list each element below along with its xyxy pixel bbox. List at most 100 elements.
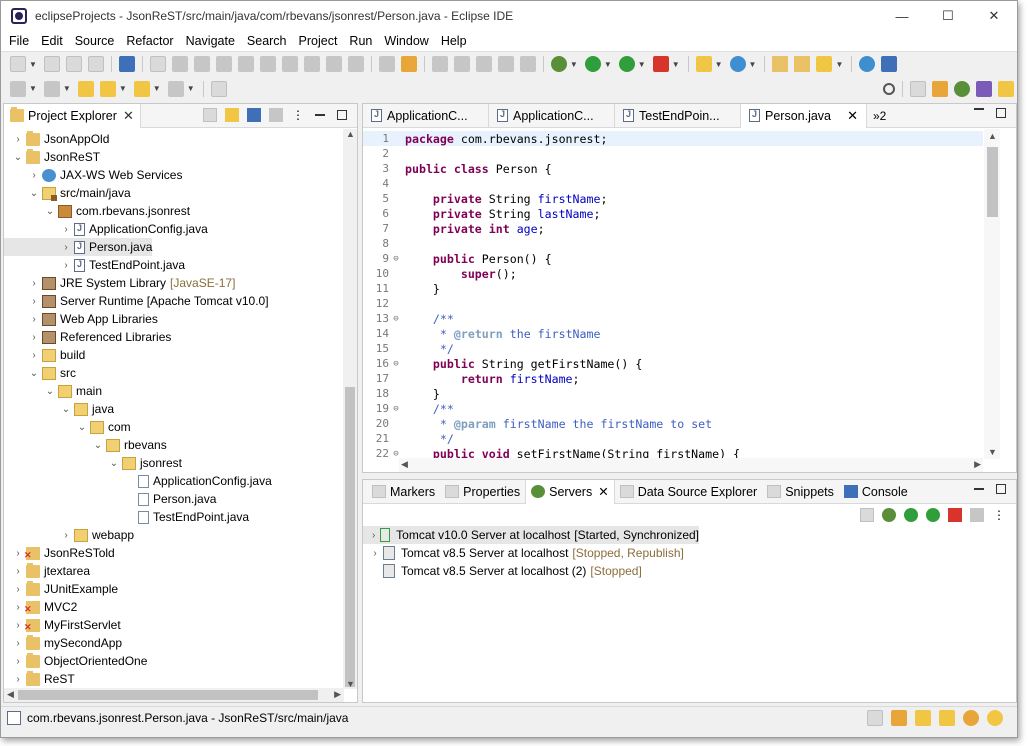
fold-toggle-icon[interactable]: ⊖ bbox=[391, 314, 401, 324]
publish-server-icon[interactable] bbox=[970, 508, 984, 522]
previous-annotation-dropdown-icon[interactable]: ▼ bbox=[63, 84, 71, 93]
use-step-filters-icon[interactable] bbox=[347, 56, 364, 72]
tree-item[interactable]: ⌄ com.rbevans.jsonrest bbox=[4, 202, 190, 220]
tree-item[interactable]: › TestEndPoint.java bbox=[4, 256, 185, 274]
code-line[interactable]: 8 bbox=[363, 236, 983, 251]
tree-item[interactable]: › mySecondApp bbox=[4, 634, 122, 652]
collapsed-twisty-icon[interactable]: › bbox=[12, 602, 24, 613]
server-row[interactable]: Tomcat v8.5 Server at localhost (2) [Stop… bbox=[363, 562, 1003, 580]
tree-item[interactable]: › Referenced Libraries bbox=[4, 328, 171, 346]
collapsed-twisty-icon[interactable]: › bbox=[12, 134, 24, 145]
code-line[interactable]: 12 bbox=[363, 296, 983, 311]
new-icon[interactable] bbox=[10, 56, 26, 72]
collapsed-twisty-icon[interactable]: › bbox=[28, 296, 40, 307]
paragraph-icon[interactable] bbox=[519, 56, 536, 72]
minimize-view-icon[interactable] bbox=[974, 108, 984, 110]
next-annotation-dropdown-icon[interactable]: ▼ bbox=[29, 84, 37, 93]
tree-item[interactable]: › JUnitExample bbox=[4, 580, 118, 598]
resource-perspective-icon[interactable] bbox=[998, 80, 1014, 97]
open-perspective-icon[interactable] bbox=[910, 80, 926, 97]
toggle-block-selection-icon[interactable] bbox=[453, 56, 470, 72]
tree-item[interactable]: › webapp bbox=[4, 526, 134, 544]
minimize-button[interactable]: — bbox=[879, 1, 925, 31]
open-type-icon[interactable] bbox=[772, 56, 789, 72]
tree-item[interactable]: › Server Runtime [Apache Tomcat v10.0] bbox=[4, 292, 268, 310]
terminal-icon[interactable] bbox=[118, 56, 135, 72]
code-line[interactable]: 2 bbox=[363, 146, 983, 161]
code-editor[interactable]: 1 package com.rbevans.jsonrest; 2 3 public c… bbox=[363, 129, 983, 459]
tree-item[interactable]: ⌄ jsonrest bbox=[4, 454, 182, 472]
external-tools-dropdown-icon[interactable]: ▼ bbox=[672, 60, 680, 69]
tab-data-source-explorer[interactable]: Data Source Explorer bbox=[615, 480, 763, 504]
terminate-icon[interactable] bbox=[215, 56, 232, 72]
code-line[interactable]: 19 ⊖ /** bbox=[363, 401, 983, 416]
focus-on-active-task-icon[interactable] bbox=[269, 108, 283, 122]
save-icon[interactable] bbox=[43, 56, 60, 72]
external-tools-icon[interactable] bbox=[652, 56, 669, 72]
scroll-down-icon[interactable]: ▼ bbox=[988, 447, 997, 457]
tree-item[interactable]: ⌄ JsonReST bbox=[4, 148, 100, 166]
tree-item[interactable]: ⌄ main bbox=[4, 382, 102, 400]
collapsed-twisty-icon[interactable]: › bbox=[28, 332, 40, 343]
menu-window[interactable]: Window bbox=[378, 34, 434, 48]
tree-item[interactable]: ⌄ com bbox=[4, 418, 131, 436]
tab-application-config-1[interactable]: ApplicationC... bbox=[363, 103, 489, 128]
scrollbar-thumb[interactable] bbox=[987, 147, 998, 217]
link-with-editor-icon[interactable] bbox=[225, 108, 239, 122]
tab-test-endpoint[interactable]: TestEndPoin... bbox=[615, 103, 741, 128]
menu-source[interactable]: Source bbox=[69, 34, 121, 48]
expanded-twisty-icon[interactable]: ⌄ bbox=[76, 422, 88, 433]
scroll-left-icon[interactable]: ◀ bbox=[7, 689, 14, 700]
book-icon[interactable] bbox=[891, 710, 907, 726]
back-history-dropdown-icon[interactable]: ▼ bbox=[119, 84, 127, 93]
scroll-up-icon[interactable]: ▲ bbox=[346, 129, 355, 139]
start-server-profile-icon[interactable] bbox=[926, 508, 940, 522]
code-line[interactable]: 11 } bbox=[363, 281, 983, 296]
menu-navigate[interactable]: Navigate bbox=[180, 34, 241, 48]
maximize-view-icon[interactable] bbox=[337, 110, 347, 120]
last-edit-location-icon[interactable] bbox=[77, 80, 94, 97]
code-line[interactable]: 14 * @return the firstName bbox=[363, 326, 983, 341]
code-line[interactable]: 13 ⊖ /** bbox=[363, 311, 983, 326]
tree-item[interactable]: › JRE System Library [JavaSE-17] bbox=[4, 274, 235, 292]
menu-edit[interactable]: Edit bbox=[35, 34, 69, 48]
tree-item[interactable]: ⌄ rbevans bbox=[4, 436, 167, 454]
suspend-icon[interactable] bbox=[193, 56, 210, 72]
coverage-dropdown-icon[interactable]: ▼ bbox=[638, 60, 646, 69]
expanded-twisty-icon[interactable]: ⌄ bbox=[28, 188, 40, 199]
forward-dropdown-icon[interactable]: ▼ bbox=[187, 84, 195, 93]
debug-dropdown-icon[interactable]: ▼ bbox=[570, 60, 578, 69]
fold-toggle-icon[interactable]: ⊖ bbox=[391, 404, 401, 414]
next-annotation-icon[interactable] bbox=[10, 80, 26, 97]
tab-application-config-2[interactable]: ApplicationC... bbox=[489, 103, 615, 128]
scroll-right-icon[interactable]: ▶ bbox=[334, 689, 341, 700]
new-java-class-icon[interactable] bbox=[729, 56, 746, 72]
tab-console[interactable]: Console bbox=[839, 480, 913, 504]
code-line[interactable]: 16 ⊖ public String getFirstName() { bbox=[363, 356, 983, 371]
expanded-twisty-icon[interactable]: ⌄ bbox=[108, 458, 120, 469]
tree-item[interactable]: TestEndPoint.java bbox=[4, 508, 249, 526]
web-browser-icon[interactable] bbox=[859, 56, 876, 72]
save-all-icon[interactable] bbox=[65, 56, 82, 72]
maximize-view-icon[interactable] bbox=[996, 108, 1006, 118]
collapsed-twisty-icon[interactable]: › bbox=[12, 584, 24, 595]
tree-item[interactable]: › Person.java bbox=[4, 238, 153, 256]
tree-item[interactable]: ApplicationConfig.java bbox=[4, 472, 272, 490]
menu-file[interactable]: File bbox=[3, 34, 35, 48]
tree-item[interactable]: › JsonReSTold bbox=[4, 544, 114, 562]
fold-toggle-icon[interactable]: ⊖ bbox=[391, 254, 401, 264]
minimize-view-icon[interactable] bbox=[974, 488, 984, 490]
server-row[interactable]: › Tomcat v10.0 Server at localhost [Starte… bbox=[363, 526, 699, 544]
resume-icon[interactable] bbox=[171, 56, 188, 72]
tree-item[interactable]: › JsonAppOld bbox=[4, 130, 109, 148]
collapse-all-icon[interactable] bbox=[860, 508, 874, 522]
start-server-icon[interactable] bbox=[904, 508, 918, 522]
project-tree-horizontal-scrollbar[interactable]: ◀ ▶ bbox=[4, 688, 344, 702]
code-line[interactable]: 3 public class Person { bbox=[363, 161, 983, 176]
back-dropdown-icon[interactable]: ▼ bbox=[153, 84, 161, 93]
expanded-twisty-icon[interactable]: ⌄ bbox=[12, 152, 24, 163]
print-icon[interactable] bbox=[87, 56, 104, 72]
mark-occurrences-icon[interactable] bbox=[400, 56, 417, 72]
collapsed-twisty-icon[interactable]: › bbox=[28, 350, 40, 361]
new-class-dropdown-icon[interactable]: ▼ bbox=[749, 60, 757, 69]
